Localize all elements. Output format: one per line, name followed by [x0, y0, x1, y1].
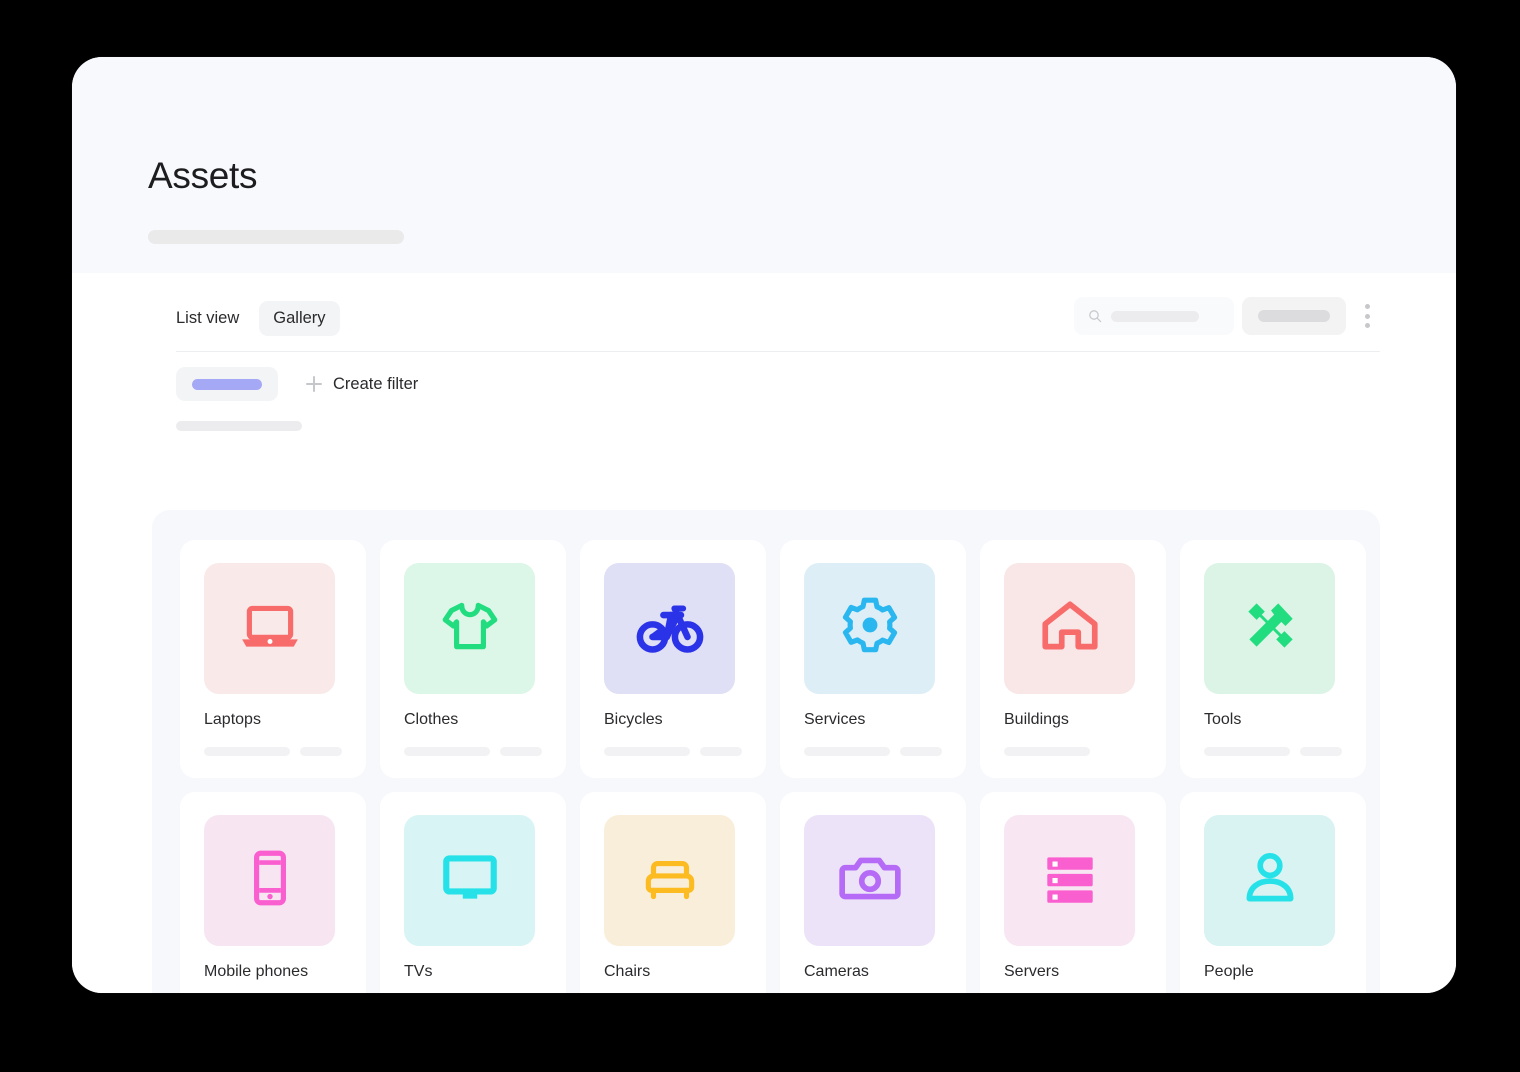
page-title: Assets: [148, 155, 258, 196]
asset-card-tile: [804, 563, 935, 694]
asset-card-meta-skeletons: [604, 747, 742, 756]
asset-card[interactable]: Services: [780, 540, 966, 778]
asset-card-label: Cameras: [804, 963, 869, 980]
asset-card-grid: Laptops Clothes Bicycles Services Buildings T…: [180, 540, 1366, 993]
page-body: List view Gallery Create filter Laptops …: [72, 273, 1456, 993]
tshirt-icon: [437, 593, 503, 664]
view-toolbar: List view Gallery: [72, 273, 1456, 352]
asset-card-meta-skeleton: [1300, 747, 1342, 756]
asset-card[interactable]: Cameras: [780, 792, 966, 993]
asset-card-tile: [604, 563, 735, 694]
tools-icon: [1237, 593, 1303, 664]
asset-card-meta-skeleton: [500, 747, 542, 756]
asset-card-tile: [1004, 563, 1135, 694]
asset-card-meta-skeletons: [804, 747, 942, 756]
asset-card-meta-skeleton: [1204, 747, 1290, 756]
asset-card-meta-skeleton: [700, 747, 742, 756]
house-icon: [1037, 593, 1103, 664]
asset-card-label: Clothes: [404, 711, 459, 728]
asset-card[interactable]: Servers: [980, 792, 1166, 993]
asset-card[interactable]: Chairs: [580, 792, 766, 993]
asset-card-label: Services: [804, 711, 866, 728]
create-filter-button[interactable]: Create filter: [306, 376, 418, 393]
asset-card-label: Tools: [1204, 711, 1242, 728]
active-filter-chip[interactable]: [176, 367, 278, 401]
asset-card-meta-skeletons: [404, 747, 542, 756]
kebab-dot: [1364, 313, 1370, 319]
asset-card-tile: [404, 815, 535, 946]
screenshot-stage: Assets List view Gallery Create filter L…: [0, 0, 1520, 1072]
asset-card[interactable]: Laptops: [180, 540, 366, 778]
asset-card-label: Laptops: [204, 711, 261, 728]
page-header: Assets: [72, 57, 1456, 273]
kebab-dot: [1364, 304, 1370, 309]
asset-card[interactable]: Bicycles: [580, 540, 766, 778]
asset-card-meta-skeleton: [604, 747, 690, 756]
asset-card-label: TVs: [404, 963, 433, 980]
search-placeholder-skeleton: [1111, 310, 1199, 322]
plus-icon: [306, 376, 322, 392]
asset-card-meta-skeletons: [1004, 747, 1142, 756]
toolbar-divider: [176, 351, 1380, 352]
asset-card-meta-skeleton: [204, 747, 290, 756]
app-window: Assets List view Gallery Create filter L…: [72, 57, 1456, 993]
tv-icon: [437, 845, 503, 916]
asset-card-meta-skeleton: [804, 747, 890, 756]
asset-card-label: People: [1204, 963, 1254, 980]
phone-icon: [237, 845, 303, 916]
bicycle-icon: [635, 591, 705, 666]
toolbar-action-skeleton: [1258, 310, 1330, 322]
camera-icon: [837, 845, 903, 916]
kebab-dot: [1364, 323, 1370, 328]
asset-card-tile: [1204, 563, 1335, 694]
asset-card-tile: [1004, 815, 1135, 946]
search-icon: [1089, 310, 1102, 323]
asset-card-label: Buildings: [1004, 711, 1069, 728]
tab-gallery[interactable]: Gallery: [259, 301, 340, 336]
more-vertical-icon[interactable]: [1354, 297, 1380, 335]
asset-card-meta-skeletons: [204, 747, 342, 756]
active-filter-skeleton: [192, 378, 262, 390]
view-tabs: List view Gallery: [176, 301, 340, 336]
asset-card-tile: [804, 815, 935, 946]
asset-card-meta-skeletons: [1204, 747, 1342, 756]
asset-card-label: Chairs: [604, 963, 651, 980]
server-icon: [1037, 845, 1103, 916]
laptop-icon: [237, 593, 303, 664]
asset-card-tile: [1204, 815, 1335, 946]
asset-card-meta-skeleton: [900, 747, 942, 756]
toolbar-action-button[interactable]: [1242, 297, 1346, 335]
asset-card[interactable]: Buildings: [980, 540, 1166, 778]
asset-card[interactable]: Mobile phones: [180, 792, 366, 993]
gear-icon: [837, 593, 903, 664]
asset-card[interactable]: Clothes: [380, 540, 566, 778]
gallery-panel: Laptops Clothes Bicycles Services Buildings T…: [152, 510, 1380, 993]
asset-card[interactable]: People: [1180, 792, 1366, 993]
asset-card-tile: [204, 815, 335, 946]
asset-card[interactable]: Tools: [1180, 540, 1366, 778]
asset-card-label: Servers: [1004, 963, 1060, 980]
sofa-icon: [637, 845, 703, 916]
asset-card-meta-skeleton: [300, 747, 342, 756]
toolbar-actions: [1074, 297, 1380, 335]
asset-card-meta-skeleton: [1004, 747, 1090, 756]
asset-card[interactable]: TVs: [380, 792, 566, 993]
tab-list-view[interactable]: List view: [176, 301, 247, 336]
asset-card-tile: [404, 563, 535, 694]
asset-card-meta-skeleton: [404, 747, 490, 756]
filter-row: Create filter: [176, 367, 418, 401]
create-filter-label: Create filter: [333, 374, 419, 393]
person-icon: [1237, 845, 1303, 916]
asset-card-label: Bicycles: [604, 711, 663, 728]
asset-card-tile: [204, 563, 335, 694]
asset-card-tile: [604, 815, 735, 946]
search-input[interactable]: [1074, 297, 1234, 335]
asset-card-label: Mobile phones: [204, 963, 309, 980]
filter-meta-skeleton: [176, 421, 302, 431]
header-subtitle-skeleton: [148, 230, 404, 244]
